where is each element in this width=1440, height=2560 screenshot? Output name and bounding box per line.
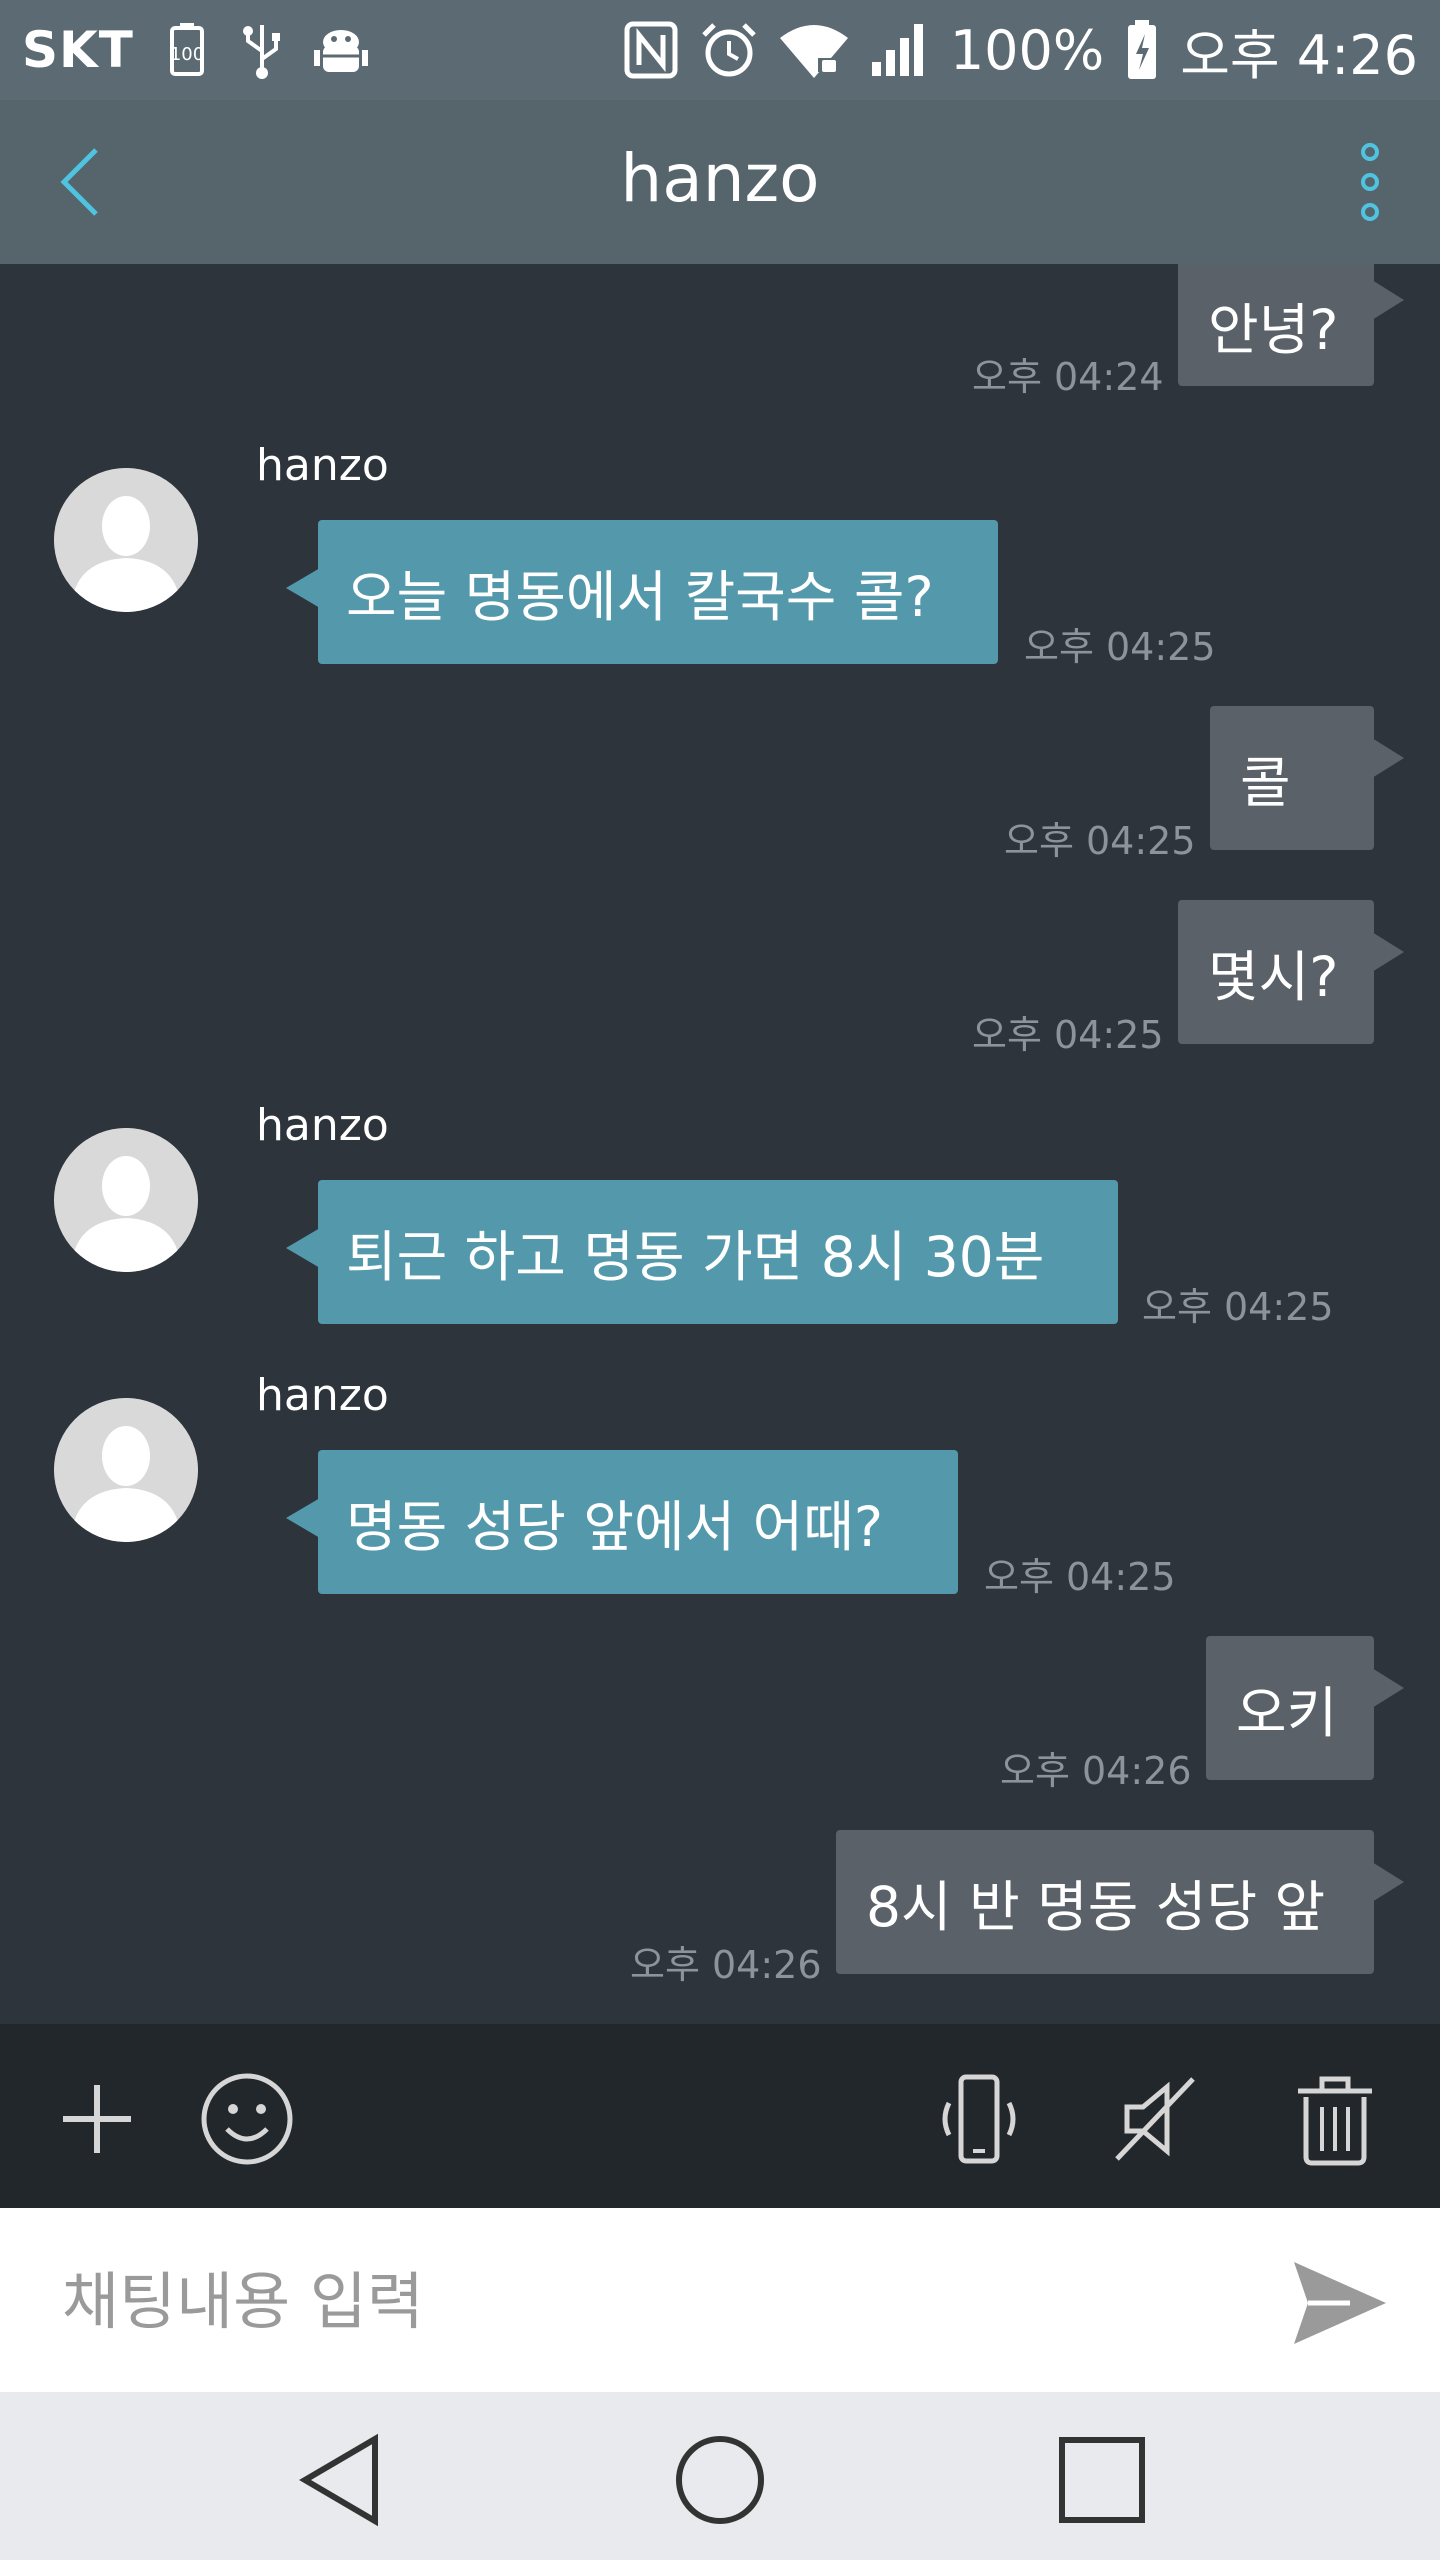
outgoing-message-bubble[interactable]: 8시 반 명동 성당 앞 — [836, 1830, 1404, 1974]
message-input[interactable] — [60, 2248, 1244, 2354]
mute-button[interactable] — [1100, 2064, 1210, 2174]
nav-recents-button[interactable] — [1052, 2430, 1152, 2530]
battery-saver-icon: 100 — [164, 22, 210, 78]
chat-header: hanzo — [0, 100, 1440, 264]
avatar[interactable] — [54, 1398, 198, 1542]
message-text: 안녕? — [1208, 298, 1339, 362]
nav-home-icon — [676, 2436, 764, 2524]
send-button[interactable] — [1290, 2258, 1390, 2348]
outgoing-message-bubble[interactable]: 몇시? — [1178, 900, 1404, 1044]
avatar[interactable] — [54, 468, 198, 612]
mute-icon — [1115, 2077, 1195, 2161]
incoming-message-bubble[interactable]: 오늘 명동에서 칼국수 콜? — [286, 520, 998, 664]
trash-icon — [1298, 2076, 1372, 2166]
sender-name: hanzo — [256, 1370, 389, 1421]
nfc-icon — [624, 21, 678, 79]
message-text: 몇시? — [1208, 945, 1339, 1009]
default-avatar-icon — [54, 1398, 198, 1542]
outgoing-message-bubble[interactable]: 오키 — [1206, 1636, 1404, 1780]
message-time: 오후 04:26 — [1000, 1749, 1192, 1793]
more-options-button[interactable] — [1340, 140, 1400, 226]
message-time: 오후 04:26 — [630, 1943, 822, 1987]
emoji-icon — [201, 2073, 293, 2165]
nav-back-button[interactable] — [290, 2430, 390, 2530]
message-time: 오후 04:25 — [972, 1013, 1164, 1057]
avatar[interactable] — [54, 1128, 198, 1272]
message-text: 8시 반 명동 성당 앞 — [866, 1875, 1326, 1939]
vibrate-button[interactable] — [924, 2064, 1034, 2174]
attach-button[interactable] — [42, 2064, 152, 2174]
message-text: 오키 — [1236, 1681, 1338, 1745]
message-text: 명동 성당 앞에서 어때? — [346, 1495, 884, 1559]
message-input-bar — [0, 2208, 1440, 2392]
message-list[interactable]: 안녕? 오후 04:24 hanzo 오늘 명동에서 칼국수 콜? 오후 04:… — [0, 264, 1440, 2024]
default-avatar-icon — [54, 468, 198, 612]
message-time: 오후 04:24 — [972, 355, 1164, 399]
battery-percent: 100% — [949, 18, 1105, 82]
message-text: 퇴근 하고 명동 가면 8시 30분 — [346, 1225, 1045, 1289]
outgoing-message-bubble[interactable]: 안녕? — [1178, 264, 1404, 386]
message-time: 오후 04:25 — [984, 1555, 1176, 1599]
sender-name: hanzo — [256, 1100, 389, 1151]
send-icon — [1294, 2262, 1386, 2344]
default-avatar-icon — [54, 1128, 198, 1272]
more-vertical-icon — [1361, 143, 1379, 221]
android-debug-icon — [313, 22, 368, 78]
incoming-message-bubble[interactable]: 퇴근 하고 명동 가면 8시 30분 — [286, 1180, 1118, 1324]
message-text: 오늘 명동에서 칼국수 콜? — [346, 565, 934, 629]
emoji-button[interactable] — [192, 2064, 302, 2174]
outgoing-message-bubble[interactable]: 콜 — [1210, 706, 1404, 850]
message-time: 오후 04:25 — [1142, 1285, 1334, 1329]
sender-name: hanzo — [256, 440, 389, 491]
message-text: 콜 — [1240, 751, 1291, 815]
plus-icon — [63, 2085, 131, 2153]
clock: 오후 4:26 — [1180, 23, 1418, 87]
message-time: 오후 04:25 — [1004, 819, 1196, 863]
incoming-message-bubble[interactable]: 명동 성당 앞에서 어때? — [286, 1450, 958, 1594]
signal-icon — [870, 22, 928, 78]
nav-recents-icon — [1059, 2437, 1145, 2523]
wifi-icon — [779, 22, 848, 78]
svg-text:100: 100 — [170, 44, 204, 65]
vibrate-icon — [942, 2074, 1016, 2164]
nav-back-icon — [299, 2433, 378, 2527]
carrier-label: SKT — [22, 21, 134, 79]
alarm-icon — [700, 21, 758, 79]
battery-charging-icon — [1126, 20, 1158, 80]
system-nav-bar — [0, 2392, 1440, 2560]
message-time: 오후 04:25 — [1024, 625, 1216, 669]
delete-button[interactable] — [1280, 2064, 1390, 2174]
nav-home-button[interactable] — [670, 2430, 770, 2530]
chat-title: hanzo — [620, 140, 820, 217]
usb-icon — [240, 21, 284, 79]
chat-toolbar — [0, 2024, 1440, 2208]
status-bar: SKT 100 100% 오후 4:26 — [0, 0, 1440, 100]
